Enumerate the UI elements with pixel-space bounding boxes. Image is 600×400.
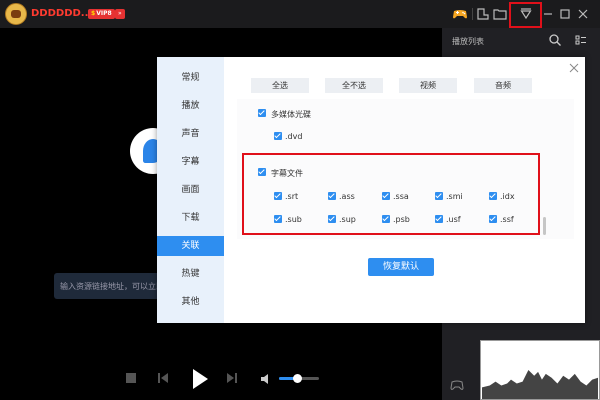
checkbox-ssa[interactable]	[382, 192, 390, 200]
volume-icon[interactable]	[260, 373, 272, 385]
url-placeholder: 输入资源链接地址，可以立即	[60, 282, 164, 291]
stop-icon[interactable]	[126, 373, 136, 383]
playlist-title: 播放列表	[452, 37, 484, 46]
url-input[interactable]: 输入资源链接地址，可以立即	[54, 273, 164, 299]
close-icon[interactable]	[575, 6, 591, 22]
title-separator	[472, 8, 473, 20]
vip-badge[interactable]: VIP8	[88, 9, 115, 19]
group-label-subtitle: 字幕文件	[271, 169, 303, 178]
volume-slider[interactable]	[279, 374, 319, 383]
checkbox-srt[interactable]	[274, 192, 282, 200]
skin-icon[interactable]	[475, 6, 491, 22]
checkbox-psb[interactable]	[382, 215, 390, 223]
user-name[interactable]: DDDDDD...	[31, 8, 92, 19]
nav-playback[interactable]: 播放	[157, 96, 224, 116]
nav-hotkey[interactable]: 热键	[157, 264, 224, 284]
ext-smi: .smi	[446, 192, 463, 201]
playlist-header: 播放列表	[442, 28, 600, 54]
checkbox-subtitle-group[interactable]	[258, 168, 266, 176]
restore-default-button[interactable]: 恢复默认	[368, 258, 434, 276]
gamepad-small-icon[interactable]	[450, 379, 464, 391]
checkbox-dvd[interactable]	[274, 132, 282, 140]
checkbox-ssf[interactable]	[489, 215, 497, 223]
checkbox-sub[interactable]	[274, 215, 282, 223]
next-icon[interactable]	[226, 372, 238, 384]
nav-association[interactable]: 关联	[157, 236, 224, 256]
checkbox-dvd-group[interactable]	[258, 109, 266, 117]
ext-psb: .psb	[393, 215, 410, 224]
volume-knob[interactable]	[293, 374, 302, 383]
search-icon[interactable]	[548, 33, 562, 47]
nav-subtitle[interactable]: 字幕	[157, 152, 224, 172]
checkbox-smi[interactable]	[435, 192, 443, 200]
group-label-disc: 多媒体光碟	[271, 110, 311, 119]
ext-srt: .srt	[285, 192, 299, 201]
title-bar: DDDDDD... VIP8 »	[0, 0, 600, 28]
nav-sound[interactable]: 声音	[157, 124, 224, 144]
checkbox-usf[interactable]	[435, 215, 443, 223]
ext-ssa: .ssa	[393, 192, 409, 201]
maximize-icon[interactable]	[557, 6, 573, 22]
nav-other[interactable]: 其他	[157, 292, 224, 312]
nav-picture[interactable]: 画面	[157, 180, 224, 200]
play-icon[interactable]	[191, 368, 209, 390]
avatar[interactable]	[5, 3, 27, 25]
minimize-icon[interactable]	[540, 6, 556, 22]
gamepad-icon[interactable]	[452, 6, 468, 22]
nav-general[interactable]: 常规	[157, 68, 224, 88]
list-icon[interactable]	[574, 33, 588, 47]
ext-ssf: .ssf	[500, 215, 514, 224]
folder-icon[interactable]	[492, 6, 508, 22]
checkbox-ass[interactable]	[328, 192, 336, 200]
ext-ass: .ass	[339, 192, 355, 201]
dropdown-highlight	[509, 2, 542, 28]
select-audio-button[interactable]: 音频	[474, 78, 532, 93]
nav-download[interactable]: 下载	[157, 208, 224, 228]
ext-sub: .sub	[285, 215, 302, 224]
scrollbar[interactable]	[543, 217, 546, 235]
ext-sup: .sup	[339, 215, 356, 224]
dialog-close-icon[interactable]	[569, 63, 579, 73]
level-badge[interactable]: »	[115, 9, 125, 19]
ext-usf: .usf	[446, 215, 461, 224]
checkbox-sup[interactable]	[328, 215, 336, 223]
settings-nav: 常规 播放 声音 字幕 画面 下载 关联 热键 其他	[157, 57, 224, 323]
ext-dvd: .dvd	[285, 132, 303, 141]
preview-thumbnail	[480, 340, 600, 400]
prev-icon[interactable]	[157, 372, 169, 384]
select-none-button[interactable]: 全不选	[325, 78, 383, 93]
checkbox-idx[interactable]	[489, 192, 497, 200]
select-all-button[interactable]: 全选	[251, 78, 309, 93]
ext-idx: .idx	[500, 192, 515, 201]
settings-dialog: 常规 播放 声音 字幕 画面 下载 关联 热键 其他 全选 全不选 视频 音频 …	[157, 57, 585, 323]
select-video-button[interactable]: 视频	[399, 78, 457, 93]
